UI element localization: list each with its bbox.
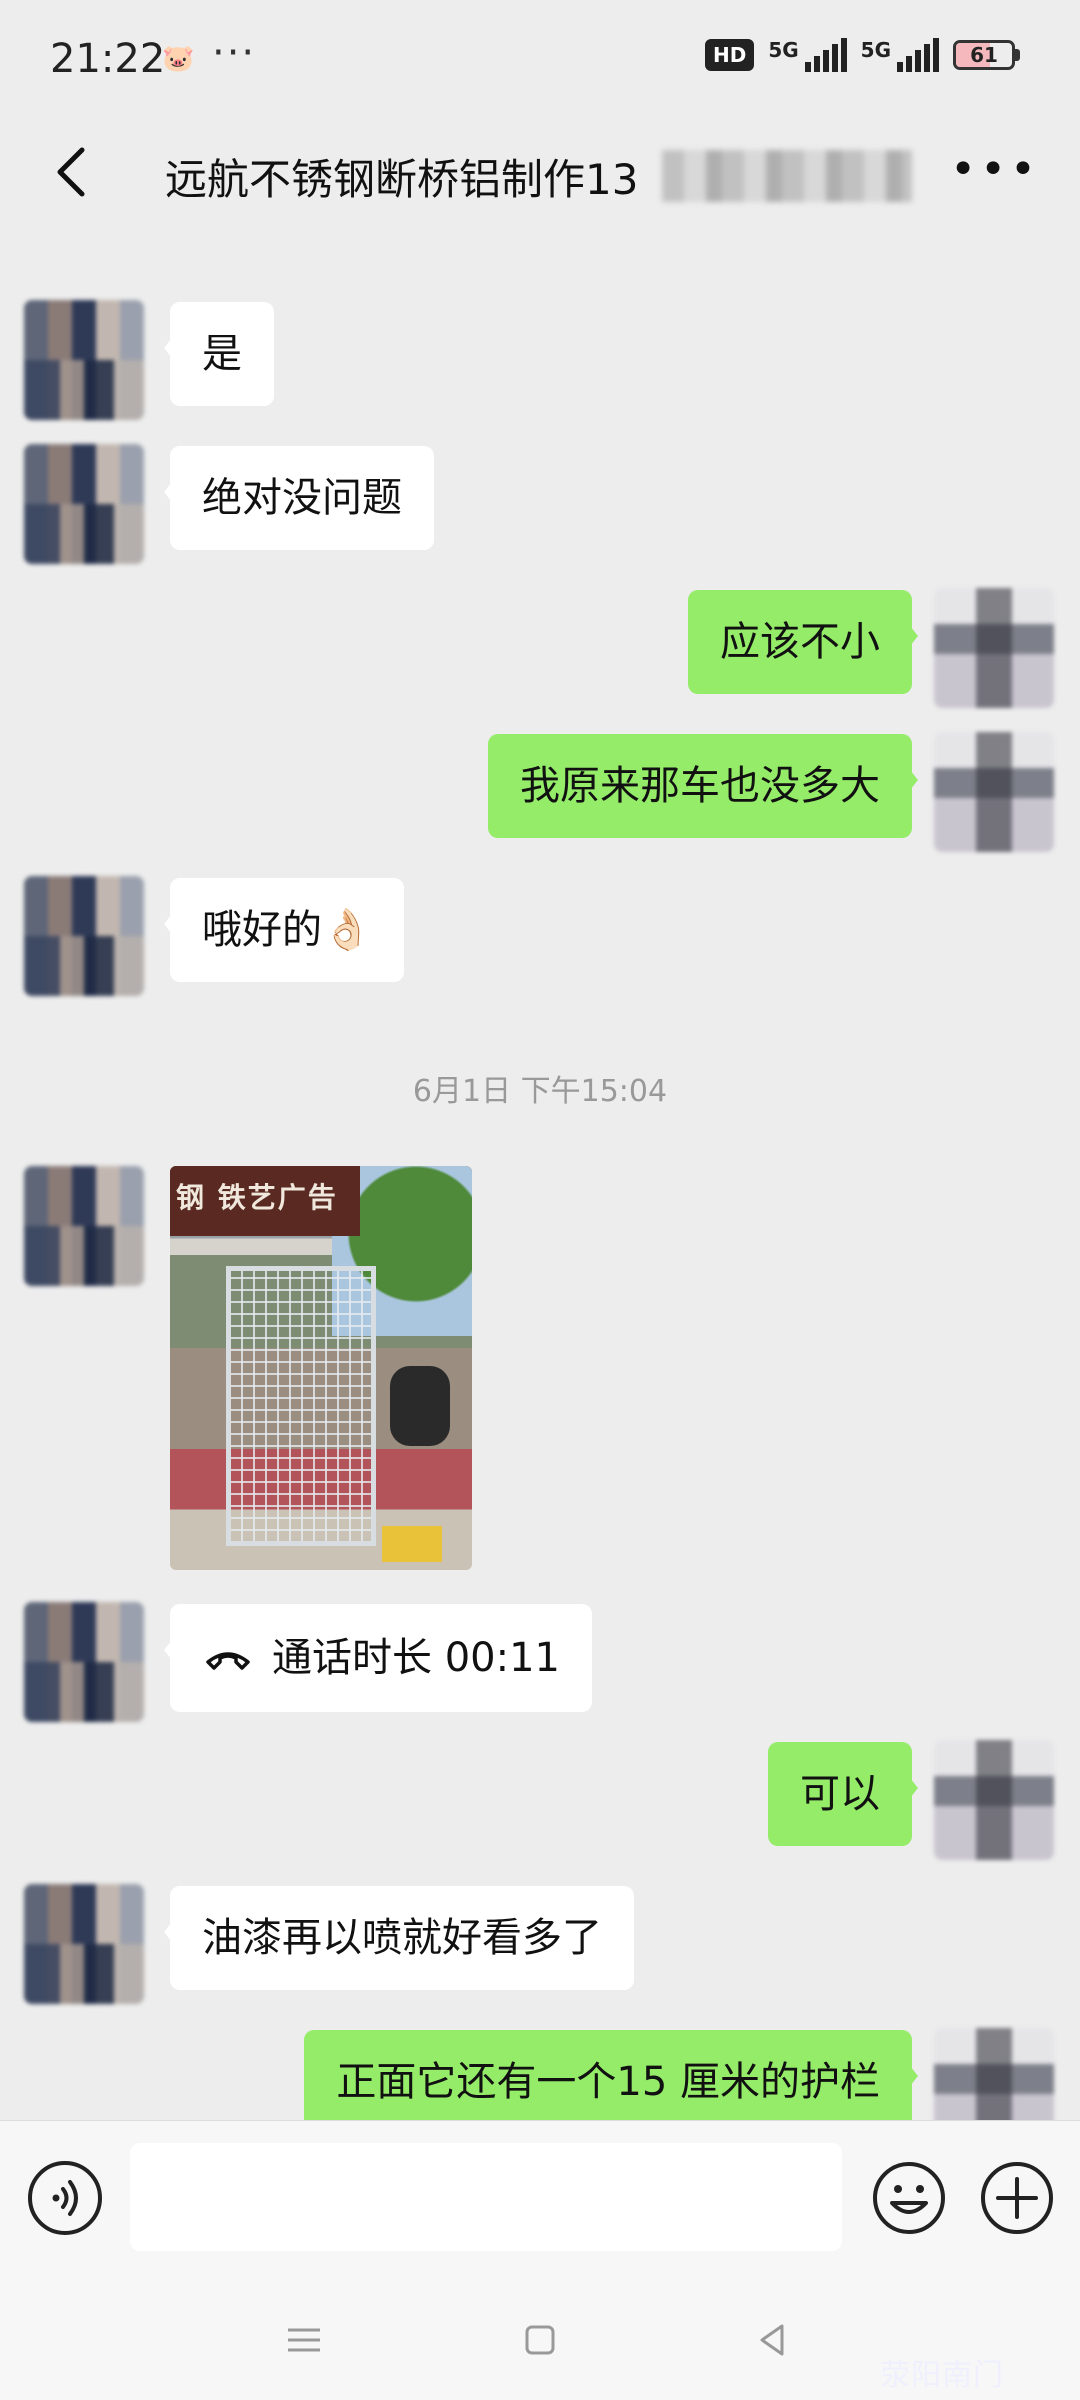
signal-sim2-icon: 5G bbox=[861, 38, 939, 72]
redacted-phone bbox=[662, 150, 912, 202]
status-time: 21:22 bbox=[50, 36, 166, 82]
message-bubble[interactable]: 可以 bbox=[768, 1742, 918, 1846]
chat-timestamp: 6月1日 下午15:04 bbox=[412, 1074, 668, 1109]
message-input[interactable] bbox=[130, 2143, 842, 2251]
contact-avatar[interactable] bbox=[24, 1602, 144, 1722]
phone-hangup-icon bbox=[206, 1652, 250, 1670]
message-bubble[interactable]: 正面它还有一个15 厘米的护栏 bbox=[304, 2030, 918, 2120]
photo-shop-sign: 钢 铁艺广告 bbox=[170, 1166, 360, 1236]
input-bar bbox=[0, 2120, 1080, 2280]
chat-messages[interactable]: 是 绝对没问题 应该不小 我原来那车也没多大 哦好的👌🏻 6月1日 下午15:0… bbox=[0, 230, 1080, 2120]
message-bubble[interactable]: 绝对没问题 bbox=[164, 446, 434, 550]
status-bar: 21:22 🐷 ··· HD 5G 5G 61 bbox=[0, 0, 1080, 120]
back-arrow-icon[interactable] bbox=[44, 142, 104, 202]
contact-avatar[interactable] bbox=[24, 876, 144, 996]
menu-nav-icon[interactable] bbox=[282, 2318, 326, 2362]
status-icons: HD 5G 5G 61 bbox=[704, 38, 1020, 72]
more-options-icon[interactable]: ••• bbox=[950, 144, 1040, 195]
photo-steel-cart bbox=[226, 1266, 376, 1546]
battery-icon: 61 bbox=[953, 40, 1020, 70]
voice-input-icon[interactable] bbox=[28, 2161, 102, 2235]
notification-icon: 🐷 bbox=[162, 44, 195, 74]
contact-avatar[interactable] bbox=[24, 300, 144, 420]
hd-badge: HD bbox=[704, 39, 755, 71]
self-avatar[interactable] bbox=[934, 732, 1054, 852]
emoji-icon[interactable] bbox=[870, 2159, 948, 2237]
more-functions-plus-icon[interactable] bbox=[978, 2159, 1056, 2237]
signal-sim1-icon: 5G bbox=[768, 38, 847, 72]
self-avatar[interactable] bbox=[934, 2028, 1054, 2120]
back-nav-icon[interactable] bbox=[750, 2318, 794, 2362]
message-bubble[interactable]: 是 bbox=[164, 302, 274, 406]
message-bubble[interactable]: 应该不小 bbox=[688, 590, 918, 694]
message-bubble[interactable]: 我原来那车也没多大 bbox=[488, 734, 918, 838]
chat-title: 远航不锈钢断桥铝制作13 bbox=[165, 155, 639, 204]
call-record-bubble[interactable]: 通话时长 00:11 bbox=[164, 1604, 592, 1712]
contact-avatar[interactable] bbox=[24, 444, 144, 564]
contact-avatar[interactable] bbox=[24, 1884, 144, 2004]
photo-scooter bbox=[390, 1366, 450, 1446]
image-message[interactable]: 钢 铁艺广告 bbox=[170, 1166, 472, 1570]
message-bubble[interactable]: 哦好的👌🏻 bbox=[164, 878, 404, 982]
chat-header: 远航不锈钢断桥铝制作13 ••• bbox=[0, 120, 1080, 230]
battery-percent: 61 bbox=[970, 43, 998, 67]
self-avatar[interactable] bbox=[934, 1740, 1054, 1860]
watermark: 荥阳南门 bbox=[880, 2358, 1004, 2393]
message-bubble[interactable]: 油漆再以喷就好看多了 bbox=[164, 1886, 634, 1990]
photo-yellow-box bbox=[382, 1526, 442, 1562]
contact-avatar[interactable] bbox=[24, 1166, 144, 1286]
call-duration-text: 通话时长 00:11 bbox=[272, 1635, 560, 1681]
home-nav-icon[interactable] bbox=[518, 2318, 562, 2362]
self-avatar[interactable] bbox=[934, 588, 1054, 708]
more-notifications-icon: ··· bbox=[212, 30, 257, 76]
